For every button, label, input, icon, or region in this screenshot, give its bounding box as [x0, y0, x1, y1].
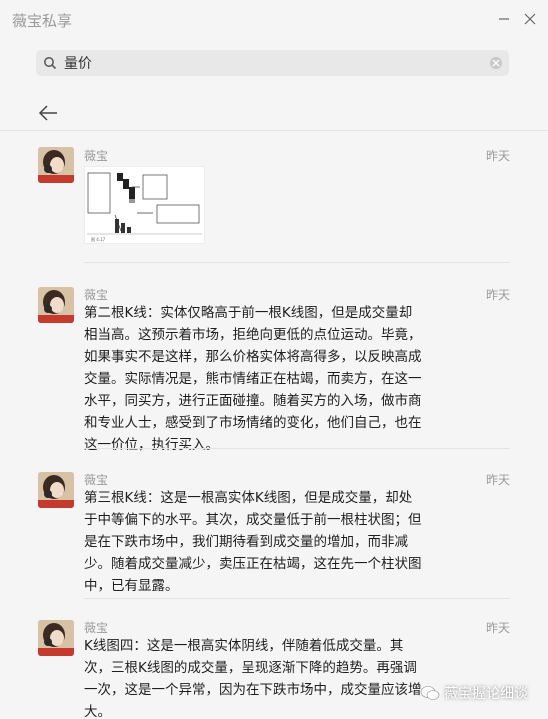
search-bar[interactable]: 量价	[36, 50, 509, 76]
header-divider	[0, 130, 548, 131]
window-title: 薇宝私享	[12, 12, 73, 30]
chart-thumbnail-graphic: 图 4.17	[87, 172, 202, 242]
avatar[interactable]	[38, 620, 74, 656]
wechat-icon	[420, 686, 440, 700]
minimize-icon	[499, 18, 509, 20]
close-icon	[524, 13, 536, 25]
avatar[interactable]	[38, 472, 74, 508]
avatar[interactable]	[38, 287, 74, 323]
message-divider	[84, 598, 510, 599]
search-input[interactable]: 量价	[64, 53, 92, 73]
thumbnail-caption: 图 4.17	[91, 236, 106, 242]
watermark-text: 薇宝握论细谈	[444, 686, 528, 702]
sender-name: 薇宝	[84, 288, 109, 302]
avatar-image	[38, 472, 74, 508]
clear-icon	[492, 59, 500, 67]
message-text: K线图四：这是一根高实体阴线，伴随着低成交量。其 次，三根K线图的成交量，呈现逐…	[84, 638, 422, 719]
message-time: 昨天	[485, 149, 510, 163]
back-arrow-icon[interactable]	[38, 104, 58, 122]
sender-name: 薇宝	[84, 149, 109, 163]
title-bar: 薇宝私享	[0, 0, 548, 40]
sender-name: 薇宝	[84, 473, 109, 487]
avatar-image	[38, 147, 74, 183]
message-text: 第二根K线：实体仅略高于前一根K线图，但是成交量却 相当高。这预示着市场，拒绝向…	[84, 305, 422, 453]
clear-search-button[interactable]	[490, 57, 502, 69]
minimize-button[interactable]	[493, 8, 515, 30]
chart-image-thumbnail[interactable]: 图 4.17	[84, 166, 205, 244]
message-divider	[84, 262, 510, 263]
sender-name: 薇宝	[84, 621, 109, 635]
search-icon	[44, 57, 57, 70]
avatar-image	[38, 620, 74, 656]
watermark: 薇宝握论细谈	[420, 683, 528, 703]
close-button[interactable]	[519, 8, 541, 30]
avatar[interactable]	[38, 147, 74, 183]
message-time: 昨天	[485, 473, 510, 487]
message-time: 昨天	[485, 621, 510, 635]
message-time: 昨天	[485, 288, 510, 302]
message-divider	[84, 448, 510, 449]
avatar-image	[38, 287, 74, 323]
message-text: 第三根K线：这是一根高实体K线图，但是成交量，却处 于中等偏下的水平。其次，成交…	[84, 490, 422, 594]
